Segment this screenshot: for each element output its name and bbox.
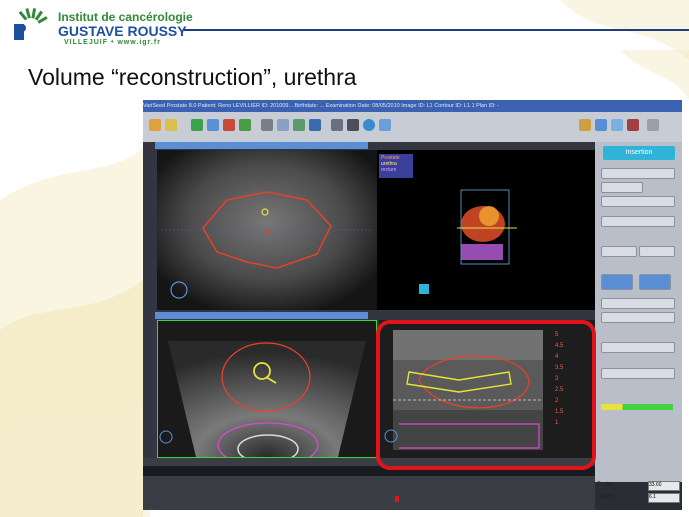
marker-icon[interactable] xyxy=(223,119,235,131)
sagittal-image xyxy=(159,341,366,468)
depth-field[interactable]: 6.1 xyxy=(648,493,680,503)
zoom-icon[interactable] xyxy=(277,119,289,131)
export-icon[interactable] xyxy=(309,119,321,131)
view-toggle-button[interactable] xyxy=(639,274,671,290)
panel-button[interactable] xyxy=(601,368,675,379)
folder-icon[interactable] xyxy=(165,119,177,131)
panel-button[interactable] xyxy=(639,246,675,257)
panel-button[interactable] xyxy=(601,312,675,323)
panel-button[interactable] xyxy=(601,182,643,193)
progress-strip xyxy=(601,404,673,410)
probe-field[interactable]: 33.60 xyxy=(648,481,680,491)
tool-icon[interactable] xyxy=(261,119,273,131)
slide-title: Volume “reconstruction”, urethra xyxy=(28,64,357,90)
panel-button[interactable] xyxy=(601,216,675,227)
image-icon[interactable] xyxy=(207,119,219,131)
logo-text-line3: VILLEJUIF • www.igr.fr xyxy=(64,39,161,46)
panel-button[interactable] xyxy=(601,196,675,207)
screen-photo: VariSeed Prostate 8.0 Patient: Reno LEVI… xyxy=(143,100,682,510)
lock-icon[interactable] xyxy=(579,119,591,131)
sagittal-view[interactable] xyxy=(157,320,377,468)
highlight-circle xyxy=(376,320,596,470)
header-rule xyxy=(184,29,689,31)
3d-volume-view[interactable]: Prostate urethra rectum xyxy=(377,150,595,310)
panel-button[interactable] xyxy=(601,168,675,179)
app-toolbar xyxy=(143,112,682,142)
probe-label: Probe: xyxy=(597,482,615,488)
grid-icon[interactable] xyxy=(331,119,343,131)
panel-button[interactable] xyxy=(601,246,637,257)
globe-icon[interactable] xyxy=(363,119,375,131)
help-icon[interactable] xyxy=(379,119,391,131)
pane-header-transverse xyxy=(155,142,368,149)
legend-rectum: rectum xyxy=(381,167,397,173)
panel-button[interactable] xyxy=(601,298,675,309)
view-toggle-button[interactable] xyxy=(601,274,633,290)
panel-button[interactable] xyxy=(601,342,675,353)
app-titlebar: VariSeed Prostate 8.0 Patient: Reno LEVI… xyxy=(143,100,682,112)
settings-icon[interactable] xyxy=(347,119,359,131)
logo-text-line1: Institut de cancérologie xyxy=(58,10,193,24)
leaf-icon[interactable] xyxy=(239,119,251,131)
flag-icon[interactable] xyxy=(627,119,639,131)
open-icon[interactable] xyxy=(149,119,161,131)
marker-red xyxy=(395,496,399,502)
institution-logo: Institut de cancérologie GUSTAVE ROUSSY … xyxy=(12,6,193,48)
view-icon[interactable] xyxy=(595,119,607,131)
logo-text-line2: GUSTAVE ROUSSY xyxy=(58,23,187,39)
control-panel: Insertion xyxy=(595,142,682,482)
layout-icon[interactable] xyxy=(611,119,623,131)
sunburst-logo-icon xyxy=(14,8,48,40)
structure-legend: Prostate urethra rectum xyxy=(379,154,413,178)
transverse-image xyxy=(157,150,377,310)
contour-icon[interactable] xyxy=(191,119,203,131)
insertion-button[interactable]: Insertion xyxy=(603,146,675,160)
ruler-icon[interactable] xyxy=(293,119,305,131)
depth-label: Depth: xyxy=(597,494,615,500)
wrench-icon[interactable] xyxy=(647,119,659,131)
pane-header-sagittal xyxy=(155,312,368,319)
transverse-view[interactable] xyxy=(157,150,377,310)
